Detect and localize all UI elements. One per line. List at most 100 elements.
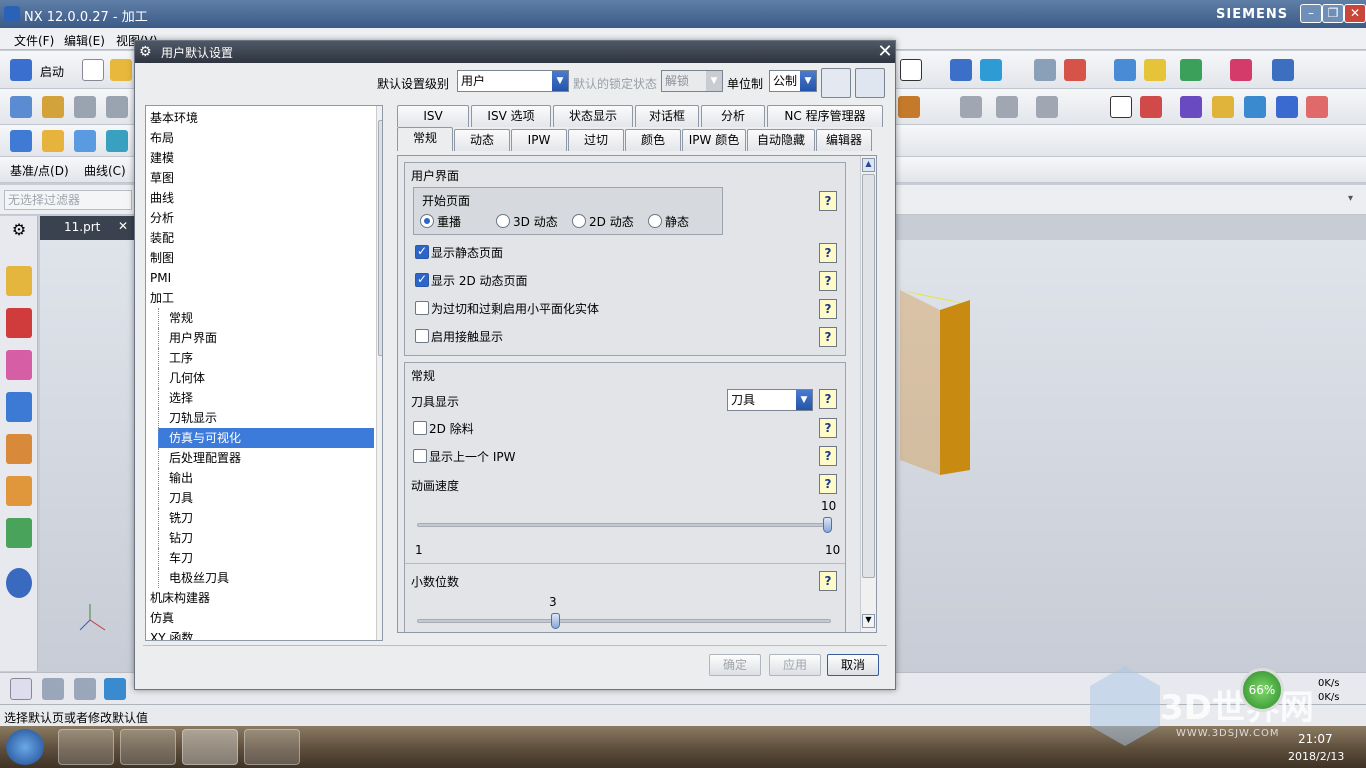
help-icon[interactable]: ? <box>819 474 837 494</box>
taskbar-sync-icon[interactable] <box>120 729 176 765</box>
close-tab-icon[interactable]: ✕ <box>118 219 128 233</box>
open-folder-icon[interactable] <box>110 59 132 81</box>
help-icon[interactable]: ? <box>819 191 837 211</box>
replay-icon[interactable] <box>996 96 1018 118</box>
radio-static[interactable] <box>648 214 662 228</box>
tree-item[interactable]: 草图 <box>146 168 374 188</box>
datum-point-menu[interactable]: 基准/点(D) <box>10 162 69 179</box>
create-program-icon[interactable] <box>10 96 32 118</box>
op-icon-2[interactable] <box>42 130 64 152</box>
ipw-icon[interactable] <box>1306 96 1328 118</box>
tab-row2[interactable]: 常规 <box>397 127 453 151</box>
panel-scrollbar[interactable]: ▲ ▼ <box>860 156 876 632</box>
tree-item[interactable]: 选择 <box>158 388 374 408</box>
network-speed-widget[interactable]: 66% <box>1240 668 1284 712</box>
check-contact-display[interactable] <box>415 329 429 343</box>
machine-tool-icon[interactable] <box>6 350 32 380</box>
operation-navigator-icon[interactable] <box>6 308 32 338</box>
panel-scroll-thumb[interactable] <box>862 174 875 578</box>
scroll-up-icon[interactable]: ▲ <box>379 108 383 118</box>
start-button[interactable]: 启动 <box>40 63 64 80</box>
help-icon[interactable]: ? <box>819 571 837 591</box>
tree-scroll-thumb[interactable] <box>378 120 382 356</box>
csys-icon[interactable] <box>950 59 972 81</box>
select-icon[interactable] <box>10 678 32 700</box>
tree-item[interactable]: XY 函数 <box>146 628 374 640</box>
check-2d-stock[interactable] <box>413 421 427 435</box>
tab-row1[interactable]: 对话框 <box>635 105 699 127</box>
check-2d-dynamic-page[interactable] <box>415 272 429 287</box>
start-orb-icon[interactable] <box>6 729 44 765</box>
ruler-icon[interactable] <box>1272 59 1294 81</box>
help-icon[interactable]: ? <box>819 389 837 409</box>
tree-item[interactable]: 车刀 <box>158 548 374 568</box>
minimize-icon[interactable]: – <box>1300 4 1322 23</box>
export-defaults-icon[interactable] <box>855 68 885 98</box>
radio-3d-dynamic[interactable] <box>496 214 510 228</box>
chevron-down-icon[interactable]: ▾ <box>1348 193 1360 205</box>
shop-doc-icon[interactable] <box>1212 96 1234 118</box>
hd3d-icon[interactable] <box>6 476 32 506</box>
info-icon[interactable] <box>6 568 32 598</box>
create-tool-icon[interactable] <box>42 96 64 118</box>
part-navigator-icon[interactable] <box>6 392 32 422</box>
radio-2d-dynamic[interactable] <box>572 214 586 228</box>
verify-icon[interactable] <box>1036 96 1058 118</box>
type-filter-input[interactable]: 无选择过滤器 <box>4 190 132 210</box>
cancel-button[interactable]: 取消 <box>827 654 879 676</box>
tree-item[interactable]: 布局 <box>146 128 374 148</box>
color-box-icon[interactable] <box>900 59 922 81</box>
tree-item[interactable]: 输出 <box>158 468 374 488</box>
tree-item[interactable]: 分析 <box>146 208 374 228</box>
check-static-page[interactable] <box>415 244 429 259</box>
help-icon[interactable]: ? <box>819 446 837 466</box>
tree-item[interactable]: 钻刀 <box>158 528 374 548</box>
level-select[interactable]: 用户 ▼ <box>457 70 569 92</box>
help-icon[interactable]: ? <box>819 418 837 438</box>
menu-edit[interactable]: 编辑(E) <box>64 32 105 49</box>
radio-replay[interactable] <box>420 214 434 228</box>
taskbar-paint-icon[interactable] <box>244 729 300 765</box>
layer-icon[interactable] <box>1034 59 1056 81</box>
select-face-icon[interactable] <box>104 678 126 700</box>
tree-item[interactable]: 仿真与可视化 <box>158 428 374 448</box>
move-icon[interactable] <box>980 59 1002 81</box>
highlight-icon[interactable] <box>1144 59 1166 81</box>
tree-item[interactable]: 工序 <box>158 348 374 368</box>
select-body-icon[interactable] <box>74 678 96 700</box>
postprocess-icon[interactable] <box>1180 96 1202 118</box>
tab-row2[interactable]: 动态 <box>454 129 510 151</box>
tree-item[interactable]: 刀具 <box>158 488 374 508</box>
anim-speed-slider[interactable] <box>823 517 832 533</box>
op-icon-4[interactable] <box>106 130 128 152</box>
tree-item[interactable]: 用户界面 <box>158 328 374 348</box>
help-icon[interactable]: ? <box>819 299 837 319</box>
tab-row2[interactable]: 自动隐藏 <box>747 129 815 151</box>
curve-menu[interactable]: 曲线(C) <box>84 162 126 179</box>
tree-item[interactable]: 制图 <box>146 248 374 268</box>
tree-item[interactable]: 基本环境 <box>146 108 374 128</box>
scroll-down-icon[interactable]: ▼ <box>379 626 383 636</box>
tab-row2[interactable]: 编辑器 <box>816 129 872 151</box>
help-icon[interactable]: ? <box>819 271 837 291</box>
settings-icon[interactable]: ⚙ <box>6 220 32 250</box>
tree-item[interactable]: 刀轨显示 <box>158 408 374 428</box>
measure-icon[interactable] <box>1230 59 1252 81</box>
unit-select[interactable]: 公制 ▼ <box>769 70 817 92</box>
restore-icon[interactable]: ❐ <box>1322 4 1344 23</box>
import-defaults-icon[interactable] <box>821 68 851 98</box>
web-browser-icon[interactable] <box>6 518 32 548</box>
apply-button[interactable]: 应用 <box>769 654 821 676</box>
tree-item[interactable]: 电极丝刀具 <box>158 568 374 588</box>
ok-button[interactable]: 确定 <box>709 654 761 676</box>
tab-row1[interactable]: NC 程序管理器 <box>767 105 883 127</box>
tab-row1[interactable]: 状态显示 <box>553 105 633 127</box>
check-previous-ipw[interactable] <box>413 449 427 463</box>
tab-row1[interactable]: 分析 <box>701 105 765 127</box>
tool-path-icon[interactable] <box>960 96 982 118</box>
feed-icon[interactable] <box>1140 96 1162 118</box>
check-faceted-solids[interactable] <box>415 301 429 315</box>
scroll-down-icon[interactable]: ▼ <box>862 614 875 628</box>
tab-row1[interactable]: ISV 选项 <box>471 105 551 127</box>
tab-row2[interactable]: 过切 <box>568 129 624 151</box>
